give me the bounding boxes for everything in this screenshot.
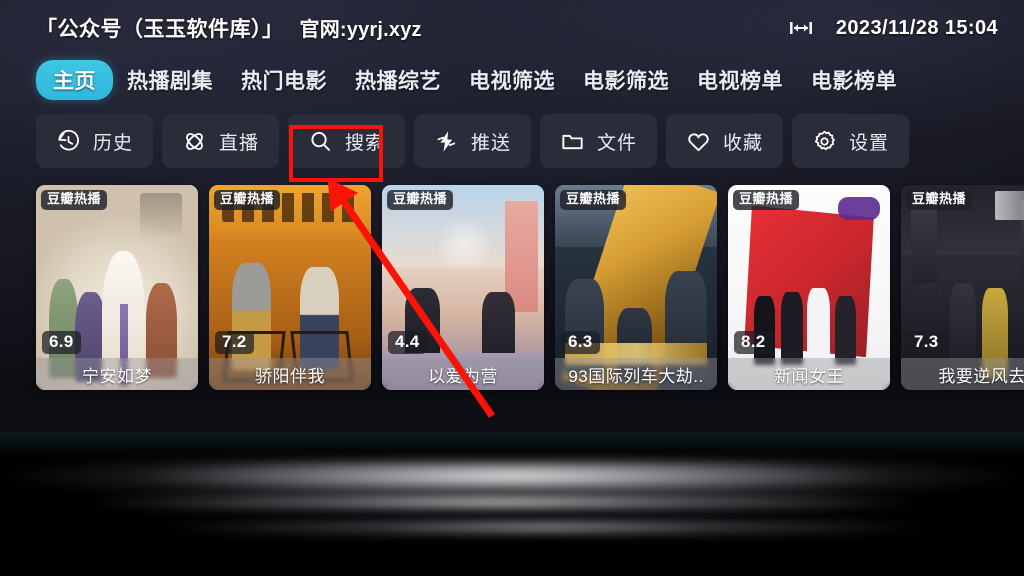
rating-badge: 7.3	[907, 330, 946, 354]
tab-hot-variety[interactable]: 热播综艺	[341, 61, 455, 99]
poster-rail[interactable]: 豆瓣热播 6.9 宁安如梦 豆瓣热播 7.2 骄阳伴我 豆瓣热播 4.4 以爱为…	[0, 185, 1024, 390]
live-broadcast-icon	[182, 128, 208, 154]
live-button[interactable]: 直播	[162, 114, 279, 168]
main-nav-tabs: 主页 热播剧集 热门电影 热播综艺 电视筛选 电影筛选 电视榜单 电影榜单	[0, 56, 1024, 104]
settings-button[interactable]: 设置	[792, 114, 909, 168]
tv-screen-photo: 「公众号（玉玉软件库）」 官网:yyrj.xyz 2023/11/28 15:0…	[0, 0, 1024, 576]
poster-title: 新闻女王	[728, 358, 890, 390]
douban-hot-badge: 豆瓣热播	[387, 190, 454, 210]
search-label: 搜索	[344, 132, 385, 154]
brand-title: 「公众号（玉玉软件库）」	[36, 18, 284, 41]
poster-card[interactable]: 豆瓣热播 4.4 以爱为营	[382, 185, 544, 390]
rating-badge: 7.2	[215, 330, 254, 354]
ethernet-icon	[788, 20, 814, 36]
douban-hot-badge: 豆瓣热播	[214, 190, 281, 210]
history-label: 历史	[92, 132, 133, 154]
poster-card[interactable]: 豆瓣热播 8.2 新闻女王	[728, 185, 890, 390]
tab-tv-ranking[interactable]: 电视榜单	[683, 61, 797, 99]
glare-streak-2	[40, 494, 1004, 510]
poster-title: 我要逆风去	[901, 358, 1024, 390]
tab-home[interactable]: 主页	[36, 60, 113, 100]
official-site-text: 官网:yyrj.xyz	[299, 19, 422, 41]
heart-icon	[686, 128, 712, 154]
search-icon	[308, 128, 334, 154]
app-header: 「公众号（玉玉软件库）」 官网:yyrj.xyz 2023/11/28 15:0…	[0, 0, 1024, 56]
poster-card[interactable]: 豆瓣热播 7.3 我要逆风去	[901, 185, 1024, 390]
douban-hot-badge: 豆瓣热播	[560, 190, 627, 210]
poster-title: 宁安如梦	[36, 358, 198, 390]
header-left-group: 「公众号（玉玉软件库）」 官网:yyrj.xyz	[36, 13, 422, 43]
tab-tv-filter[interactable]: 电视筛选	[455, 61, 569, 99]
tv-app-ui: 「公众号（玉玉软件库）」 官网:yyrj.xyz 2023/11/28 15:0…	[0, 0, 1024, 440]
search-button[interactable]: 搜索	[288, 114, 405, 168]
poster-card[interactable]: 豆瓣热播 6.3 93国际列车大劫..	[555, 185, 717, 390]
favorites-button[interactable]: 收藏	[666, 114, 783, 168]
bezel-tint	[0, 432, 1024, 462]
tab-movie-filter[interactable]: 电影筛选	[569, 61, 683, 99]
folder-icon	[560, 128, 586, 154]
douban-hot-badge: 豆瓣热播	[906, 190, 973, 210]
douban-hot-badge: 豆瓣热播	[733, 190, 800, 210]
push-lightning-icon	[434, 128, 460, 154]
tab-movie-ranking[interactable]: 电影榜单	[797, 61, 911, 99]
poster-card[interactable]: 豆瓣热播 6.9 宁安如梦	[36, 185, 198, 390]
push-label: 推送	[470, 132, 511, 154]
poster-card[interactable]: 豆瓣热播 7.2 骄阳伴我	[209, 185, 371, 390]
glare-streak-1	[0, 460, 1024, 492]
settings-label: 设置	[848, 132, 889, 154]
rating-badge: 4.4	[388, 330, 427, 354]
poster-title: 以爱为营	[382, 358, 544, 390]
douban-hot-badge: 豆瓣热播	[41, 190, 108, 210]
glare-streak-3	[90, 520, 964, 534]
gear-icon	[812, 128, 838, 154]
files-button[interactable]: 文件	[540, 114, 657, 168]
poster-title: 93国际列车大劫..	[555, 358, 717, 390]
files-label: 文件	[596, 132, 637, 154]
rating-badge: 6.3	[561, 330, 600, 354]
clock-datetime: 2023/11/28 15:04	[835, 16, 998, 39]
live-label: 直播	[218, 132, 259, 154]
history-button[interactable]: 历史	[36, 114, 153, 168]
tab-hot-movies[interactable]: 热门电影	[227, 61, 341, 99]
push-button[interactable]: 推送	[414, 114, 531, 168]
rating-badge: 8.2	[734, 330, 773, 354]
poster-title: 骄阳伴我	[209, 358, 371, 390]
tab-hot-series[interactable]: 热播剧集	[113, 61, 227, 99]
rating-badge: 6.9	[42, 330, 81, 354]
header-right-group: 2023/11/28 15:04	[788, 17, 998, 40]
quick-action-toolbar: 历史 直播 搜索 推送 文件 收藏 设置	[0, 104, 1024, 168]
history-clock-icon	[56, 128, 82, 154]
favorites-label: 收藏	[722, 132, 763, 154]
screen-bezel-glare	[0, 432, 1024, 576]
